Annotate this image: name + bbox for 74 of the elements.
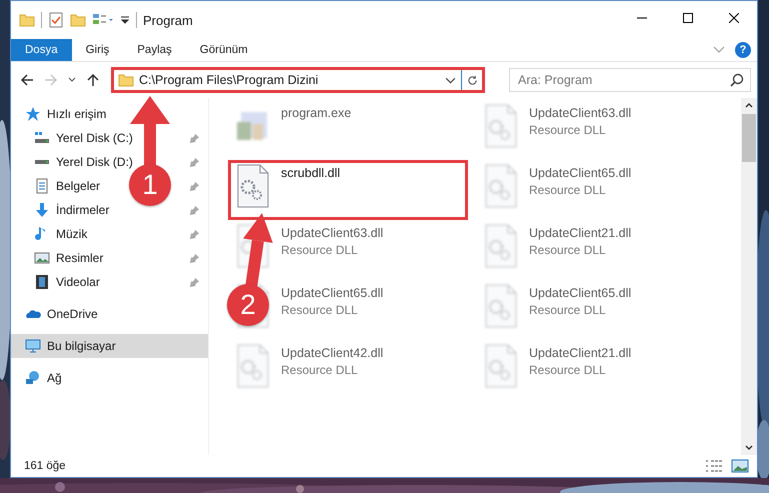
videos-icon (34, 274, 50, 290)
back-arrow-icon[interactable] (19, 72, 35, 88)
file-name: scrubdll.dll (281, 166, 340, 180)
sidebar-item[interactable]: Resimler (11, 246, 108, 270)
star-icon (25, 106, 41, 122)
address-bar[interactable]: C:\Program Files\Program Dizini (111, 67, 485, 93)
dropdown-icon[interactable] (120, 15, 130, 25)
details-view-icon[interactable] (705, 459, 723, 473)
computer-icon (25, 338, 41, 354)
file-name: UpdateClient65.dll (529, 166, 632, 180)
maximize-icon (683, 13, 693, 23)
sidebar-label: Belgeler (56, 179, 100, 193)
scroll-thumb[interactable] (742, 114, 756, 162)
file-name: UpdateClient42.dll (281, 346, 384, 360)
file-type: Resource DLL (529, 243, 607, 257)
sidebar-item[interactable]: Bu bilgisayar (11, 334, 208, 358)
documents-icon (34, 178, 50, 194)
sidebar-label: OneDrive (47, 307, 98, 321)
sidebar-label: Müzik (56, 227, 88, 241)
file-type: Resource DLL (281, 243, 359, 257)
pictures-icon (34, 250, 50, 266)
folder-icon[interactable] (70, 12, 86, 28)
checklist-icon[interactable] (48, 12, 64, 28)
sidebar-item[interactable]: İndirmeler (11, 198, 114, 222)
ribbon-tab[interactable]: Görünüm (186, 39, 262, 61)
file-name: UpdateClient65.dll (281, 286, 384, 300)
drive-icon (34, 159, 50, 165)
sidebar-item[interactable]: Videolar (11, 270, 104, 294)
downloads-icon (34, 202, 50, 218)
file-type: Resource DLL (529, 123, 607, 137)
sidebar-item[interactable]: Ağ (11, 366, 208, 390)
search-icon[interactable] (729, 72, 745, 88)
folder-icon[interactable] (19, 12, 35, 28)
sidebar-label: İndirmeler (56, 203, 110, 217)
file-type: Resource DLL (529, 183, 607, 197)
file-name: UpdateClient21.dll (529, 226, 632, 240)
file-type: Resource DLL (529, 303, 607, 317)
scrollbar[interactable] (741, 98, 757, 455)
sidebar-label: Ağ (47, 371, 62, 385)
ribbon-tab[interactable]: Paylaş (123, 39, 186, 61)
sidebar-label: Yerel Disk (C:) (56, 131, 133, 145)
sidebar-label: Videolar (56, 275, 100, 289)
forward-arrow-icon[interactable] (43, 72, 59, 88)
item-count: 161 öğe (24, 460, 66, 472)
file-type: Resource DLL (281, 303, 359, 317)
file-name: program.exe (281, 106, 352, 120)
file-name: UpdateClient63.dll (529, 106, 632, 120)
minimize-icon (637, 17, 647, 19)
sidebar-item[interactable]: OneDrive (11, 302, 208, 326)
sidebar-label: Resimler (56, 251, 104, 265)
sidebar-item[interactable]: Müzik (11, 222, 92, 246)
help-button[interactable]: ? (735, 42, 751, 58)
file-name: UpdateClient63.dll (281, 226, 384, 240)
file-item[interactable]: scrubdll.dll (228, 160, 468, 220)
ribbon-tab[interactable]: Dosya (11, 39, 72, 61)
ribbon-tab[interactable]: Giriş (72, 39, 124, 61)
file-type: Resource DLL (281, 363, 359, 377)
thumbnail-view-icon[interactable] (731, 459, 749, 473)
file-name: UpdateClient21.dll (529, 346, 632, 360)
file-type: Resource DLL (529, 363, 607, 377)
folder-icon (118, 72, 134, 88)
sidebar-item[interactable]: Hızlı erişim (11, 102, 208, 126)
window-title: Program (143, 12, 193, 28)
up-arrow-icon[interactable] (85, 72, 101, 88)
refresh-icon[interactable] (467, 74, 478, 86)
sidebar-label: Bu bilgisayar (47, 339, 116, 353)
sidebar-item[interactable]: Belgeler (11, 174, 104, 198)
address-path: C:\Program Files\Program Dizini (139, 73, 320, 87)
search-field[interactable]: Ara: Program (509, 68, 751, 92)
sidebar-label: Hızlı erişim (47, 107, 106, 121)
close-icon (729, 13, 739, 23)
sidebar-item[interactable]: Yerel Disk (C:) (11, 126, 137, 150)
file-name: UpdateClient65.dll (529, 286, 632, 300)
system-drive-icon (34, 130, 50, 146)
